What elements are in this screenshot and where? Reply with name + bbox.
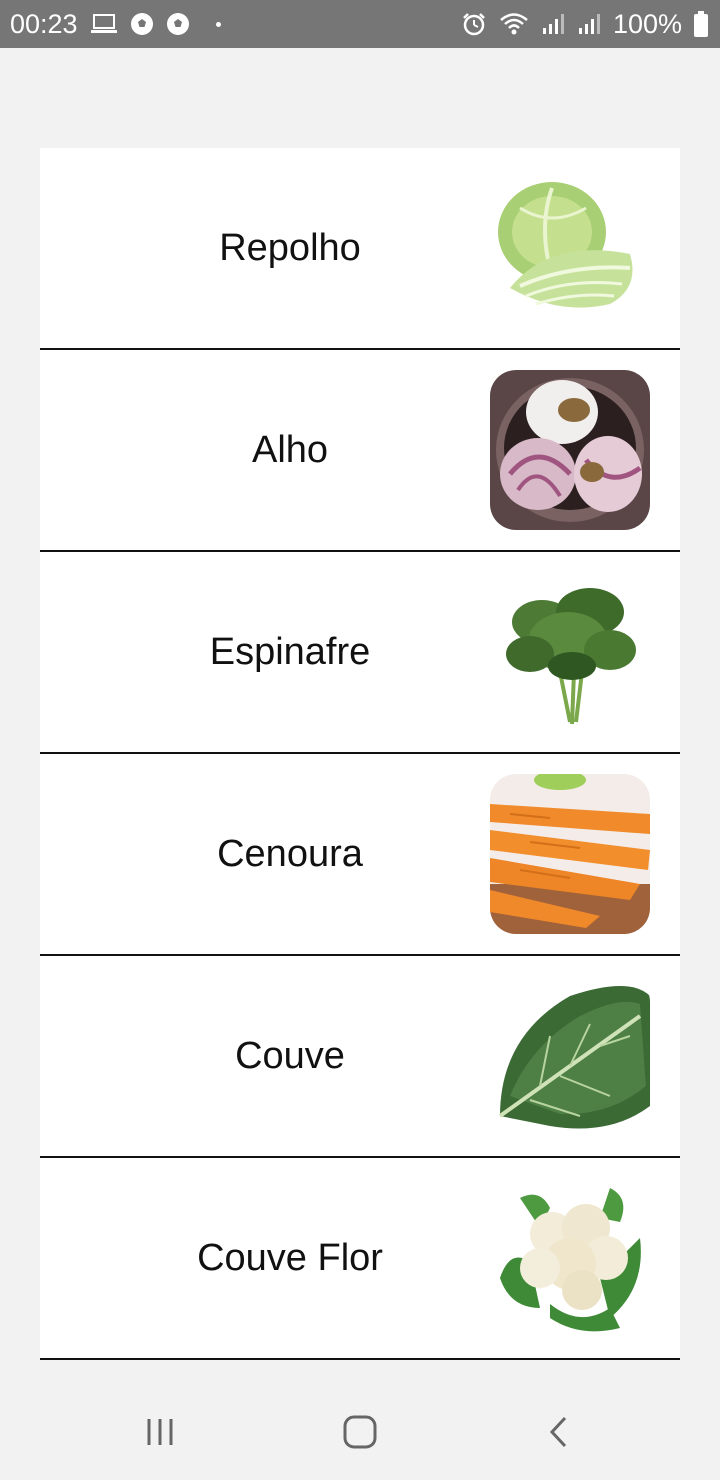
recent-apps-icon[interactable] bbox=[130, 1402, 190, 1462]
carrots-image bbox=[490, 774, 650, 934]
wifi-icon bbox=[499, 12, 529, 36]
item-label: Repolho bbox=[219, 226, 361, 269]
collard-greens-image bbox=[490, 976, 650, 1136]
list-item-repolho[interactable]: Repolho bbox=[40, 148, 680, 350]
navigation-bar bbox=[0, 1384, 720, 1480]
item-label: Couve Flor bbox=[197, 1236, 383, 1279]
list-item-cenoura[interactable]: Cenoura bbox=[40, 754, 680, 956]
notification-dot bbox=[215, 21, 221, 27]
item-label: Couve bbox=[235, 1034, 345, 1077]
back-icon[interactable] bbox=[530, 1402, 590, 1462]
spinach-image bbox=[490, 572, 650, 732]
signal-icon bbox=[541, 12, 565, 36]
list-item-couve[interactable]: Couve bbox=[40, 956, 680, 1158]
status-right: 100% bbox=[461, 9, 708, 40]
status-time: 00:23 bbox=[10, 8, 78, 39]
cabbage-image bbox=[490, 168, 650, 328]
garlic-image bbox=[490, 370, 650, 530]
soccer-ball-icon bbox=[130, 12, 154, 36]
list-item-alho[interactable]: Alho bbox=[40, 350, 680, 552]
status-bar: 00:23 100% bbox=[0, 0, 720, 48]
cauliflower-image bbox=[490, 1178, 650, 1338]
item-label: Espinafre bbox=[209, 630, 371, 673]
status-left: 00:23 bbox=[10, 9, 221, 40]
battery-percentage: 100% bbox=[612, 8, 682, 39]
signal-icon bbox=[577, 12, 601, 36]
item-label: Alho bbox=[251, 428, 329, 471]
home-icon[interactable] bbox=[330, 1402, 390, 1462]
laptop-icon bbox=[90, 13, 118, 35]
battery-icon bbox=[694, 11, 708, 37]
soccer-ball-icon bbox=[166, 12, 190, 36]
alarm-icon bbox=[461, 11, 487, 37]
list-item-couve-flor[interactable]: Couve Flor bbox=[40, 1158, 680, 1360]
item-label: Cenoura bbox=[217, 832, 363, 875]
list-item-espinafre[interactable]: Espinafre bbox=[40, 552, 680, 754]
vegetable-list: Repolho Alho Espinafre Cenoura Couve Cou… bbox=[40, 148, 680, 1360]
